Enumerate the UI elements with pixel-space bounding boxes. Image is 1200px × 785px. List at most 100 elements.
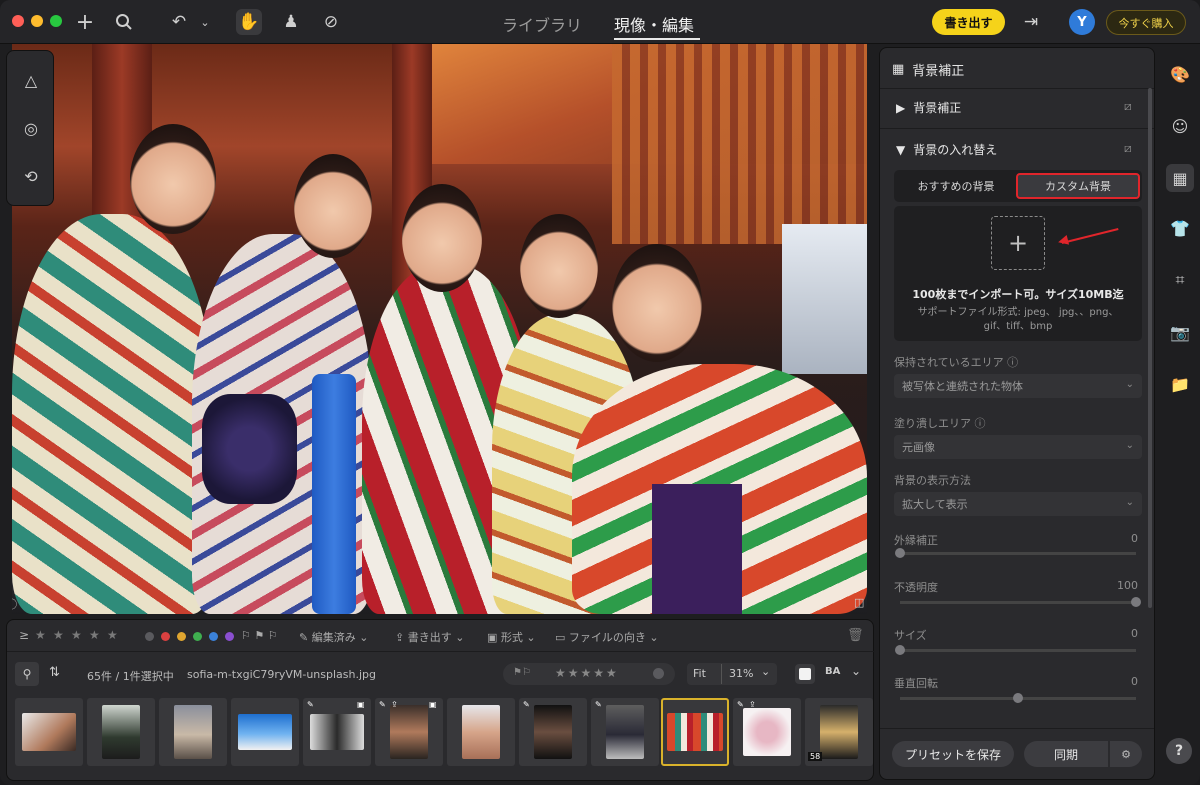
flag-icon[interactable]: ⚑⚐ <box>513 667 531 678</box>
zoom-value[interactable]: 31% <box>729 667 753 680</box>
orientation-filter-menu[interactable]: ▭ ファイルの向き ⌄ <box>555 629 659 645</box>
thumbnail[interactable] <box>15 698 83 766</box>
save-preset-button[interactable]: プリセットを保存 <box>892 741 1014 767</box>
stamp-tool-icon[interactable]: ♟ <box>278 9 304 35</box>
thumbnail[interactable]: ✎ ⇪ <box>733 698 801 766</box>
single-view-button[interactable] <box>795 664 815 684</box>
color-label-red[interactable] <box>161 632 170 641</box>
thumbnail[interactable]: ✎ <box>519 698 587 766</box>
compare-view-icon[interactable]: ◫ <box>854 596 864 609</box>
sync-options-icon[interactable]: ⚙ <box>1110 741 1142 767</box>
ai-adjust-icon[interactable]: △ <box>18 67 44 93</box>
tab-library[interactable]: ライブラリ <box>502 12 582 36</box>
sort-icon[interactable]: ⇅ <box>49 665 60 680</box>
palette-icon[interactable]: 🎨 <box>1166 60 1194 88</box>
star-rating[interactable]: ★★★★★ <box>555 666 619 680</box>
tab-custom-background[interactable]: カスタム背景 <box>1016 173 1140 199</box>
star-icon[interactable]: ★ <box>89 628 100 642</box>
opacity-slider[interactable] <box>900 597 1141 607</box>
slider-knob[interactable] <box>895 548 905 558</box>
color-label-gray[interactable] <box>145 632 154 641</box>
tab-recommended-background[interactable]: おすすめの背景 <box>898 173 1014 199</box>
export-button[interactable]: 書き出す <box>932 9 1005 35</box>
export-filter-menu[interactable]: ⇪ 書き出す ⌄ <box>395 629 464 645</box>
buy-now-button[interactable]: 今すぐ購入 <box>1106 10 1186 35</box>
display-method-select[interactable]: 拡大して表示 ⌄ <box>894 492 1142 516</box>
color-label-green[interactable] <box>193 632 202 641</box>
minimize-window-button[interactable] <box>31 15 43 27</box>
help-icon[interactable]: ⓘ <box>1007 356 1018 369</box>
thumbnail[interactable]: 58 <box>805 698 873 766</box>
divider <box>880 88 1154 89</box>
help-icon[interactable]: ⓘ <box>975 417 986 430</box>
color-label-blue[interactable] <box>209 632 218 641</box>
crop-icon[interactable]: ⌗ <box>1166 266 1194 294</box>
rating-filter-prefix[interactable]: ≥ <box>19 628 29 642</box>
star-icon[interactable]: ★ <box>35 628 46 642</box>
close-window-button[interactable] <box>12 15 24 27</box>
sync-button[interactable]: 同期 <box>1024 741 1108 767</box>
search-icon[interactable] <box>111 9 137 35</box>
reset-icon[interactable]: ⧄ <box>1124 99 1132 114</box>
star-icon[interactable]: ★ <box>53 628 64 642</box>
tab-develop[interactable]: 現像・編集 <box>614 12 694 36</box>
radial-mask-icon[interactable]: ◎ <box>18 115 44 141</box>
panel-scrollbar[interactable] <box>1148 88 1152 608</box>
color-label-purple[interactable] <box>225 632 234 641</box>
avatar[interactable]: Y <box>1069 9 1095 35</box>
thumbnail[interactable]: ✎ <box>591 698 659 766</box>
folder-icon[interactable]: 📁 <box>1166 370 1194 398</box>
camera-icon[interactable]: 📷 <box>1166 318 1194 346</box>
clothing-icon[interactable]: 👕 <box>1166 214 1194 242</box>
keep-area-value: 被写体と連続された物体 <box>902 380 1023 393</box>
bandage-tool-icon[interactable]: ⊘ <box>318 9 344 35</box>
supported-formats-text: サポートファイル形式: jpeg、 jpg、、png、 gif、tiff、bmp <box>917 307 1119 332</box>
reset-icon[interactable]: ⧄ <box>1124 141 1132 156</box>
color-label-yellow[interactable] <box>177 632 186 641</box>
chevron-down-icon[interactable]: ⌄ <box>851 664 861 678</box>
edited-filter-menu[interactable]: ✎ 編集済み ⌄ <box>299 629 368 645</box>
edited-badge-icon: ✎ <box>379 700 386 709</box>
thumbnail[interactable] <box>231 698 299 766</box>
size-slider[interactable] <box>895 645 1136 655</box>
section-background-correction[interactable]: ▶ 背景補正 <box>896 99 961 116</box>
slider-knob[interactable] <box>1131 597 1141 607</box>
thumbnail[interactable]: ✎ ⇪ ▣ <box>375 698 443 766</box>
chevron-down-icon[interactable]: ⌄ <box>761 665 770 678</box>
thumbnail-selected[interactable] <box>661 698 729 766</box>
portrait-icon[interactable]: ☺ <box>1166 112 1194 140</box>
hand-tool-icon[interactable]: ✋ <box>236 9 262 35</box>
format-filter-menu[interactable]: ▣ 形式 ⌄ <box>487 629 536 645</box>
edge-correction-slider[interactable] <box>895 548 1136 558</box>
zoom-fit-button[interactable]: Fit <box>693 667 706 680</box>
star-icon[interactable]: ★ <box>107 628 118 642</box>
undo-icon[interactable]: ↶ <box>166 9 192 35</box>
exit-compare-icon[interactable]: ⇥ <box>1018 9 1044 35</box>
trash-icon[interactable]: 🗑 <box>847 628 864 643</box>
chevron-right-icon: ▶ <box>896 100 906 115</box>
section-background-replace[interactable]: ▼ 背景の入れ替え <box>896 141 997 158</box>
background-icon[interactable]: ▦ <box>1166 164 1194 192</box>
before-after-button[interactable]: BA <box>825 666 840 677</box>
chevron-down-icon[interactable]: ⌄ <box>192 9 218 35</box>
maximize-window-button[interactable] <box>50 15 62 27</box>
photo-canvas[interactable]: ⓘ ◫ <box>12 44 867 614</box>
thumbnail[interactable] <box>447 698 515 766</box>
thumbnail[interactable] <box>159 698 227 766</box>
vertical-rotate-slider[interactable] <box>900 693 1136 703</box>
filter-icon[interactable]: ⚲ <box>15 662 39 686</box>
star-icon[interactable]: ★ <box>71 628 82 642</box>
thumbnail[interactable] <box>87 698 155 766</box>
history-icon[interactable]: ⟲ <box>18 163 44 189</box>
fill-area-select[interactable]: 元画像 ⌄ <box>894 435 1142 459</box>
info-icon[interactable]: ⓘ <box>12 596 17 612</box>
thumbnail[interactable]: ✎ ▣ <box>303 698 371 766</box>
add-icon[interactable]: + <box>72 9 98 35</box>
help-button[interactable]: ? <box>1166 738 1192 764</box>
color-label-dot[interactable] <box>653 668 664 679</box>
slider-knob[interactable] <box>1013 693 1023 703</box>
add-background-button[interactable]: + <box>991 216 1045 270</box>
keep-area-select[interactable]: 被写体と連続された物体 ⌄ <box>894 374 1142 398</box>
flag-icon[interactable]: ⚐ ⚑ ⚐ <box>241 629 278 642</box>
slider-knob[interactable] <box>895 645 905 655</box>
